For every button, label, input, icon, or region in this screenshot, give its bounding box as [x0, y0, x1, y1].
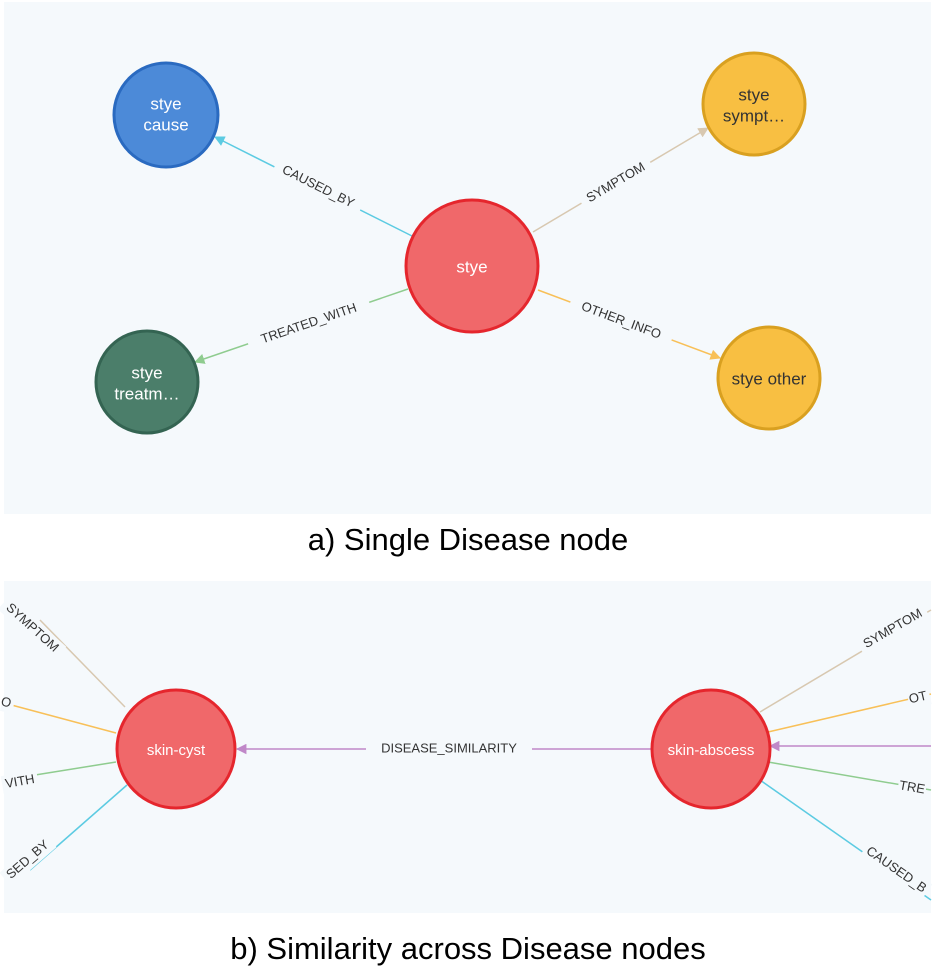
node-label: skin-abscess [668, 742, 755, 759]
caption-b: b) Similarity across Disease nodes [230, 931, 706, 966]
node-label-line-1: stye [738, 85, 769, 104]
node-label: skin-cyst [147, 742, 206, 759]
node-stye[interactable]: stye [404, 198, 540, 334]
node-stye-treatment[interactable]: stye treatm… [94, 329, 200, 435]
node-label-line-2: sympt… [723, 106, 785, 125]
node-label-line-1: stye [131, 363, 162, 382]
node-skin-cyst[interactable]: skin-cyst [115, 688, 237, 810]
caption-a: a) Single Disease node [308, 522, 629, 557]
node-stye-symptom[interactable]: stye sympt… [701, 51, 807, 157]
node-label-line-2: treatm… [114, 384, 179, 403]
node-stye-cause[interactable]: stye cause [112, 61, 220, 169]
node-label-line-1: stye [150, 94, 181, 113]
edge-label-disease-similarity: DISEASE_SIMILARITY [381, 740, 517, 755]
diagram-a: CAUSED_BY SYMPTOM TREATED_WITH OTHER_INF… [4, 2, 931, 557]
diagram-b: SYMPTOM O VITH SED_BY SYMPTOM OT TRE CAU… [0, 581, 933, 966]
diagram-canvas: CAUSED_BY SYMPTOM TREATED_WITH OTHER_INF… [0, 2, 933, 966]
node-stye-other[interactable]: stye other [716, 325, 822, 431]
node-label-line-2: cause [143, 115, 188, 134]
node-label: stye other [732, 369, 807, 388]
node-label: stye [456, 257, 487, 276]
node-skin-abscess[interactable]: skin-abscess [650, 688, 772, 810]
